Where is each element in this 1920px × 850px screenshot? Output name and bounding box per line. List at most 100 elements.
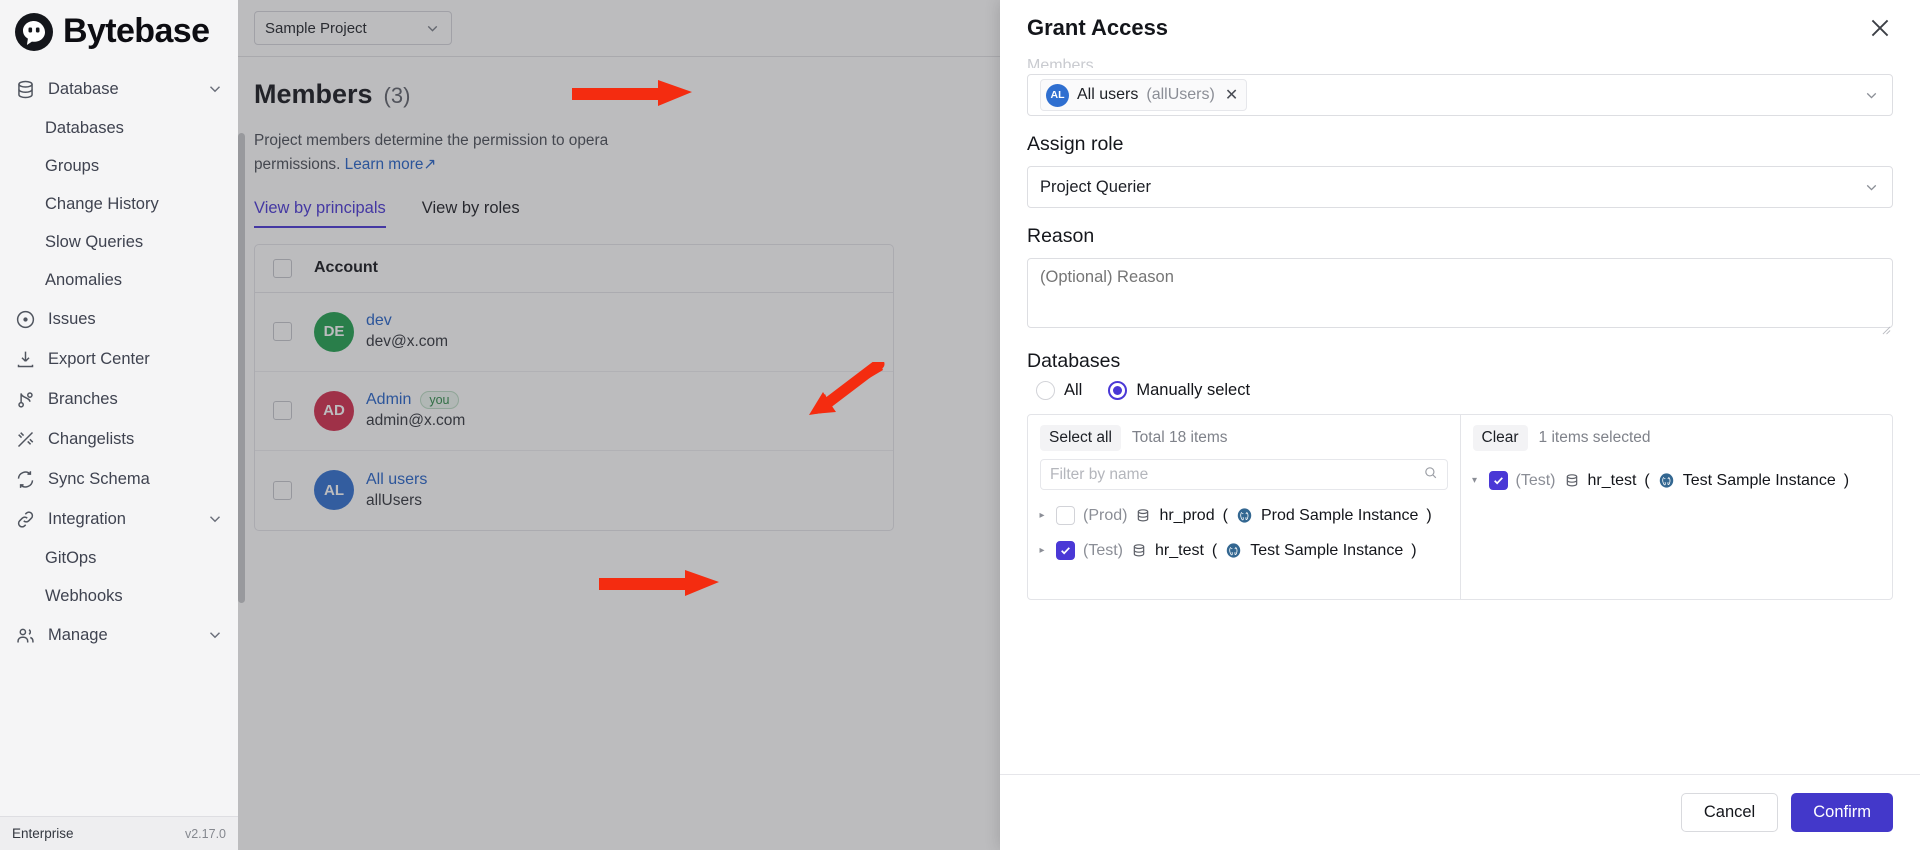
sidebar-item-issues[interactable]: Issues	[0, 299, 238, 339]
sidebar-item-label: Changelists	[48, 429, 135, 448]
filter-input[interactable]: Filter by name	[1040, 459, 1448, 490]
instance-name: Test Sample Instance	[1682, 471, 1836, 489]
user-chip-sub: (allUsers)	[1146, 86, 1215, 103]
postgres-icon	[1225, 542, 1242, 559]
instance-open-paren: (	[1222, 506, 1228, 524]
database-name: hr_test	[1155, 541, 1204, 559]
user-chip-name: All users	[1077, 86, 1139, 103]
user-chip[interactable]: AL All users (allUsers) ✕	[1040, 79, 1248, 111]
close-icon[interactable]	[1867, 15, 1893, 41]
assign-role-value: Project Querier	[1040, 177, 1151, 196]
sidebar-item-anomalies[interactable]: Anomalies	[0, 261, 238, 299]
sidebar-item-label: Database	[48, 79, 119, 98]
total-items-count: Total 18 items	[1131, 429, 1228, 446]
environment-label: (Test)	[1083, 541, 1123, 559]
list-item[interactable]: ▸ (Test) hr_test (Test Sample Instance …	[1036, 533, 1452, 568]
sidebar-item-gitops[interactable]: GitOps	[0, 539, 238, 577]
instance-open-paren: (	[1211, 541, 1218, 559]
brand-label: Bytebase	[63, 12, 210, 50]
reason-input[interactable]	[1027, 258, 1893, 328]
radio-manually-select-label: Manually select	[1136, 381, 1251, 399]
transfer-target-pane: Clear 1 items selected ▾ (Test) hr_test …	[1461, 415, 1893, 599]
version-label: v2.17.0	[184, 826, 226, 841]
sidebar-item-slow-queries[interactable]: Slow Queries	[0, 223, 238, 261]
sidebar-item-label: Anomalies	[45, 270, 123, 289]
instance-open-paren: (	[1644, 471, 1650, 489]
sidebar-item-export-center[interactable]: Export Center	[0, 339, 238, 379]
user-select[interactable]: AL All users (allUsers) ✕	[1027, 74, 1893, 116]
remove-chip-icon[interactable]: ✕	[1225, 85, 1238, 105]
reason-field-wrap	[1027, 258, 1893, 335]
sidebar-item-label: Change History	[45, 194, 159, 213]
drawer-body: Members AL All users (allUsers) ✕ Assign…	[1000, 55, 1920, 774]
sidebar-item-sync-schema[interactable]: Sync Schema	[0, 459, 238, 499]
select-all-button[interactable]: Select all	[1040, 425, 1121, 451]
radio-manually-select[interactable]: Manually select	[1108, 381, 1250, 400]
sidebar-item-groups[interactable]: Groups	[0, 147, 238, 185]
row-checkbox-checked[interactable]	[1488, 471, 1508, 490]
sidebar-item-changelists[interactable]: Changelists	[0, 419, 238, 459]
sidebar-item-manage[interactable]: Manage	[0, 615, 238, 655]
chevron-down-icon	[206, 510, 224, 528]
sidebar-item-branches[interactable]: Branches	[0, 379, 238, 419]
clear-button[interactable]: Clear	[1472, 425, 1528, 451]
radio-all[interactable]: All	[1036, 381, 1082, 400]
circle-dot-icon	[14, 308, 36, 330]
chevron-down-icon	[206, 80, 224, 98]
assign-role-select[interactable]: Project Querier	[1027, 166, 1893, 208]
sidebar-item-integration[interactable]: Integration	[0, 499, 238, 539]
brand[interactable]: Bytebase	[0, 0, 238, 63]
collapse-caret-icon[interactable]: ▾	[1469, 475, 1481, 486]
row-checkbox[interactable]	[1056, 506, 1075, 525]
instance-close-paren: )	[1426, 506, 1432, 524]
transfer-source-header: Select all Total 18 items	[1028, 415, 1460, 457]
sidebar-item-label: GitOps	[45, 548, 97, 567]
postgres-icon	[1658, 472, 1675, 489]
instance-close-paren: )	[1411, 541, 1417, 559]
chevron-down-icon	[1863, 179, 1880, 196]
resize-grip-icon[interactable]	[1882, 322, 1891, 335]
database-icon	[1131, 543, 1147, 559]
chevron-down-icon	[206, 626, 224, 644]
members-label-clipped: Members	[1027, 57, 1094, 68]
expand-caret-icon[interactable]: ▸	[1036, 545, 1048, 556]
branch-icon	[14, 388, 36, 410]
sidebar-item-label: Issues	[48, 309, 96, 328]
assign-role-label: Assign role	[1027, 133, 1124, 155]
expand-caret-icon[interactable]: ▸	[1036, 510, 1048, 521]
sidebar-item-database[interactable]: Database	[0, 69, 238, 109]
filter-placeholder: Filter by name	[1050, 465, 1149, 483]
environment-label: (Prod)	[1083, 506, 1128, 524]
list-item[interactable]: ▾ (Test) hr_test (Test Sample Instance …	[1469, 463, 1885, 498]
changelist-icon	[14, 428, 36, 450]
users-icon	[14, 624, 36, 646]
cancel-button[interactable]: Cancel	[1680, 793, 1779, 832]
instance-name: Prod Sample Instance	[1260, 506, 1419, 524]
transfer-source-pane: Select all Total 18 items Filter by name…	[1028, 415, 1461, 599]
sidebar-item-databases[interactable]: Databases	[0, 109, 238, 147]
environment-label: (Test)	[1515, 471, 1556, 489]
sidebar-item-change-history[interactable]: Change History	[0, 185, 238, 223]
databases-radio-group: All Manually select	[1036, 381, 1893, 400]
transfer-target-header: Clear 1 items selected	[1461, 415, 1893, 457]
databases-label: Databases	[1027, 350, 1121, 372]
grant-access-drawer: Grant Access Members AL All users (allUs…	[1000, 0, 1920, 850]
confirm-button[interactable]: Confirm	[1791, 793, 1893, 832]
sync-icon	[14, 468, 36, 490]
database-name: hr_test	[1587, 471, 1637, 489]
drawer-title: Grant Access	[1027, 14, 1169, 40]
row-checkbox-checked[interactable]	[1056, 541, 1075, 560]
sidebar-item-label: Export Center	[48, 349, 150, 368]
download-icon	[14, 348, 36, 370]
selected-count: 1 items selected	[1538, 429, 1651, 446]
chevron-down-icon	[1863, 87, 1880, 104]
instance-name: Test Sample Instance	[1250, 541, 1404, 559]
avatar: AL	[1046, 83, 1069, 107]
sidebar-nav: Database Databases Groups Change History…	[0, 63, 238, 816]
sidebar-item-label: Webhooks	[45, 586, 123, 605]
sidebar-item-webhooks[interactable]: Webhooks	[0, 577, 238, 615]
postgres-icon	[1236, 507, 1253, 524]
reason-label: Reason	[1027, 225, 1095, 247]
drawer-footer: Cancel Confirm	[1000, 774, 1920, 850]
list-item[interactable]: ▸ (Prod) hr_prod ( Prod Sample Instance …	[1036, 498, 1452, 533]
